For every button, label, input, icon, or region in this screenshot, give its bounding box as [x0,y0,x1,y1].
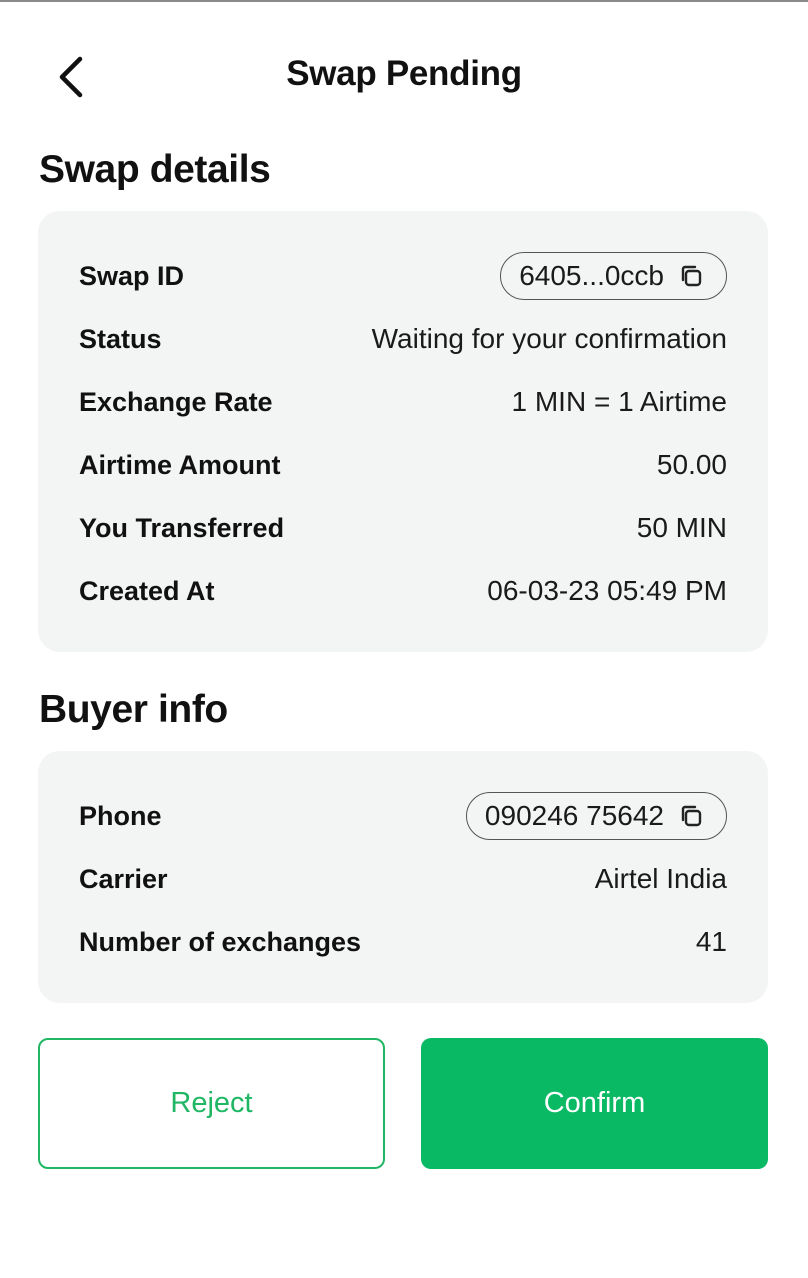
number-of-exchanges-label: Number of exchanges [79,926,362,957]
app-header: Swap Pending [0,2,808,150]
phone-value: 090246 75642 [484,800,664,831]
exchange-rate-row: Exchange Rate 1 MIN = 1 Airtime [79,380,727,424]
airtime-amount-label: Airtime Amount [79,449,281,480]
exchange-rate-label: Exchange Rate [79,386,273,417]
copy-icon [681,805,702,827]
phone-label: Phone [79,800,162,831]
status-value: Waiting for your confirmation [371,323,727,354]
created-at-value: 06-03-23 05:49 PM [487,575,727,606]
swap-id-row: Swap ID 6405...0ccb [79,252,727,300]
swap-details-heading: Swap details [39,148,271,191]
number-of-exchanges-value: 41 [695,926,727,957]
phone-row: Phone 090246 75642 [79,792,727,840]
buyer-info-card: Phone 090246 75642 Carrier Airtel India … [38,751,768,1003]
copy-icon [681,265,702,287]
exchange-rate-value: 1 MIN = 1 Airtime [511,386,727,417]
you-transferred-value: 50 MIN [636,512,727,543]
airtime-amount-row: Airtime Amount 50.00 [79,443,727,487]
carrier-value: Airtel India [594,863,727,894]
swap-id-value: 6405...0ccb [519,260,664,291]
status-label: Status [79,323,162,354]
you-transferred-row: You Transferred 50 MIN [79,506,727,550]
created-at-label: Created At [79,575,215,606]
swap-id-label: Swap ID [79,260,185,291]
status-row: Status Waiting for your confirmation [79,317,727,361]
buyer-info-heading: Buyer info [39,688,228,731]
phone-copy-chip[interactable]: 090246 75642 [465,792,727,840]
carrier-row: Carrier Airtel India [79,857,727,901]
carrier-label: Carrier [79,863,168,894]
reject-button[interactable]: Reject [38,1038,385,1169]
swap-id-copy-chip[interactable]: 6405...0ccb [500,252,727,300]
page-title: Swap Pending [286,54,522,93]
created-at-row: Created At 06-03-23 05:49 PM [79,569,727,613]
airtime-amount-value: 50.00 [656,449,727,480]
swap-details-card: Swap ID 6405...0ccb Status Waiting for y… [38,211,768,652]
number-of-exchanges-row: Number of exchanges 41 [79,920,727,964]
you-transferred-label: You Transferred [79,512,285,543]
confirm-button[interactable]: Confirm [421,1038,768,1169]
